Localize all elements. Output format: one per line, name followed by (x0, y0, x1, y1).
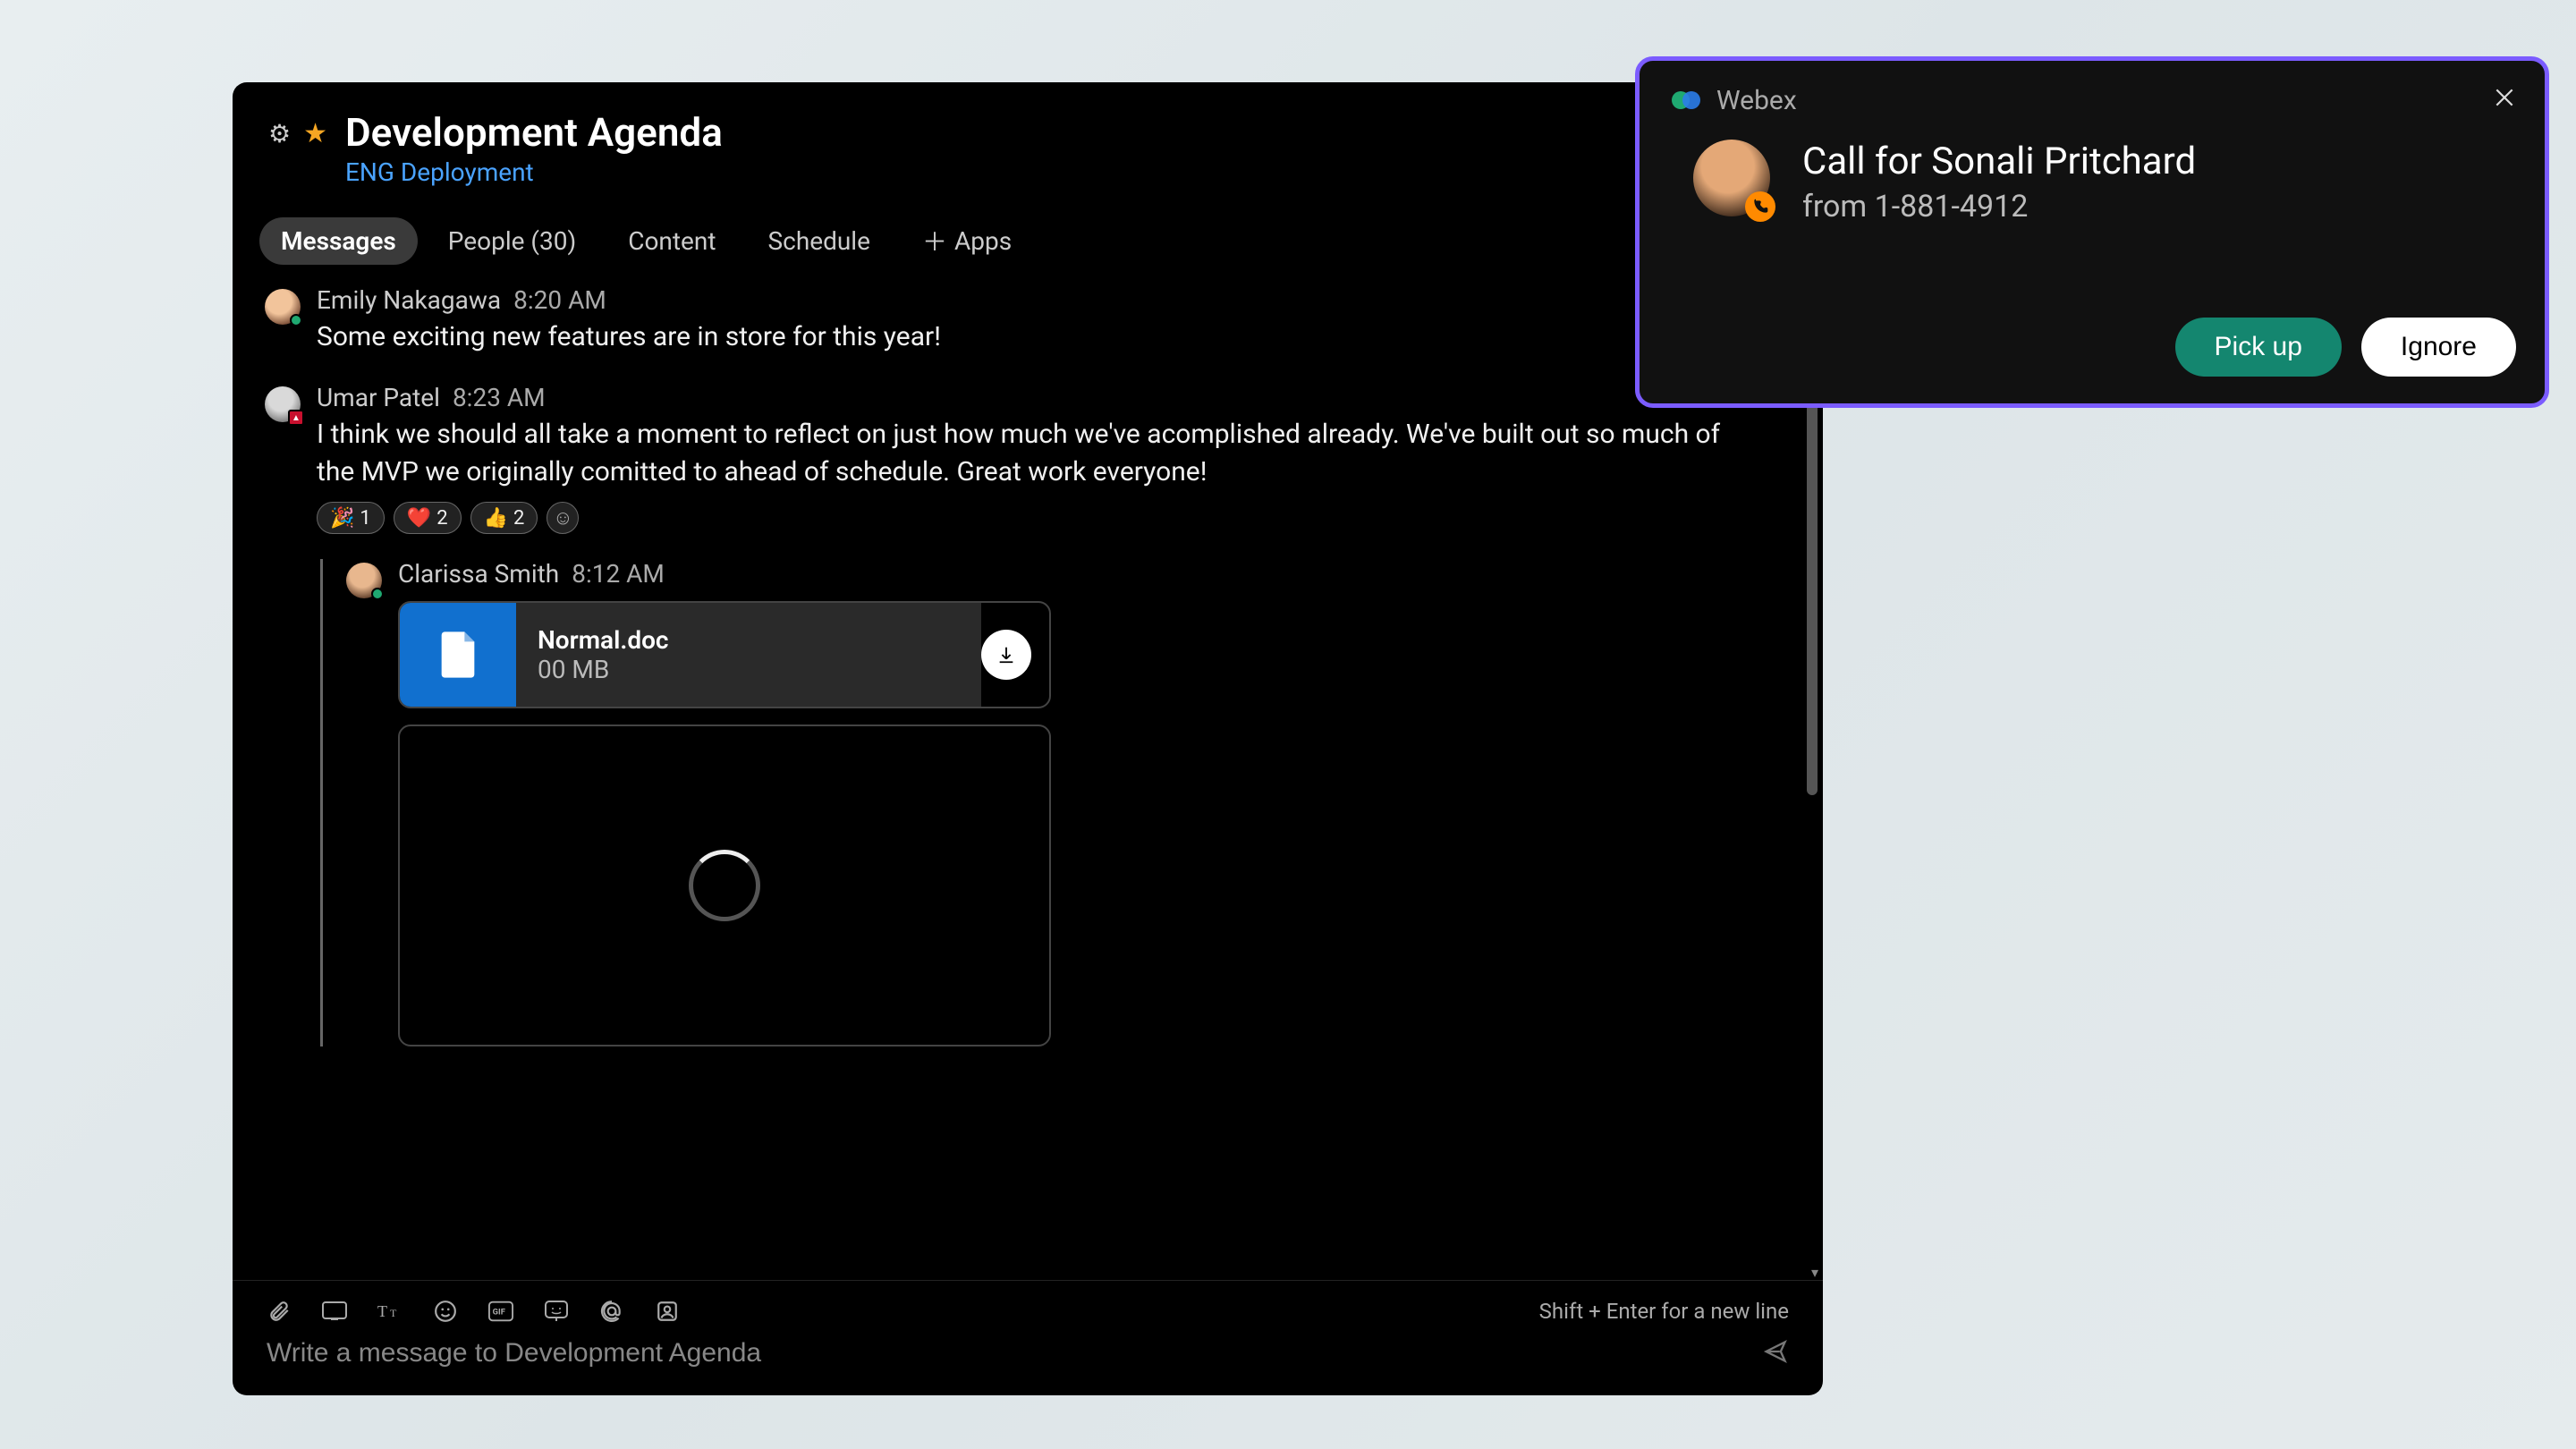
avatar[interactable]: ▲ (265, 386, 301, 422)
composer-toolbar: TT GIF Shift + Enter for a new line (267, 1299, 1789, 1324)
reaction-icon[interactable] (544, 1299, 569, 1324)
reaction-pill[interactable]: 👍 2 (470, 502, 538, 534)
send-icon[interactable] (1762, 1339, 1789, 1368)
svg-text:GIF: GIF (493, 1308, 505, 1318)
tab-apps-label: Apps (954, 226, 1012, 256)
gear-icon[interactable]: ⚙ (268, 119, 291, 148)
call-from: from 1-881-4912 (1802, 189, 2196, 225)
reaction-pill[interactable]: ❤️ 2 (394, 502, 462, 534)
avatar[interactable] (265, 289, 301, 325)
message-row: Emily Nakagawa 8:20 AM Some exciting new… (259, 285, 1751, 356)
thread-reply: Clarissa Smith 8:12 AM Normal.doc 00 MB (320, 559, 1751, 1046)
loading-preview (398, 724, 1051, 1046)
phone-icon (1745, 191, 1775, 222)
close-icon[interactable] (2493, 86, 2516, 115)
format-text-icon[interactable]: TT (377, 1299, 402, 1324)
composer-hint: Shift + Enter for a new line (1539, 1299, 1789, 1324)
toast-actions: Pick up Ignore (1668, 318, 2516, 377)
message-row: ▲ Umar Patel 8:23 AM I think we should a… (259, 383, 1751, 1046)
tab-messages[interactable]: Messages (259, 217, 418, 265)
reaction-count: 1 (360, 507, 370, 530)
attachment-icon[interactable] (267, 1299, 292, 1324)
plus-icon: ＋ (922, 223, 947, 258)
webex-logo-icon (1668, 82, 1704, 118)
chat-window: ⚙ ★ Development Agenda ENG Deployment Me… (233, 82, 1823, 1395)
file-icon (400, 603, 516, 707)
call-title: Call for Sonali Pritchard (1802, 140, 2196, 183)
message-text: Some exciting new features are in store … (317, 318, 1751, 356)
header-titles: Development Agenda ENG Deployment (345, 109, 723, 187)
message-time: 8:20 AM (513, 285, 606, 315)
message-body: Umar Patel 8:23 AM I think we should all… (317, 383, 1751, 1046)
incoming-call-toast: Webex Call for Sonali Pritchard from 1-8… (1635, 56, 2549, 408)
svg-text:T: T (377, 1302, 387, 1320)
tab-apps[interactable]: ＋ Apps (901, 214, 1033, 267)
tab-content[interactable]: Content (606, 217, 737, 265)
message-text: I think we should all take a moment to r… (317, 416, 1751, 491)
thumbs-up-icon: 👍 (484, 507, 508, 530)
file-info: Normal.doc 00 MB (516, 603, 981, 707)
emoji-icon[interactable] (433, 1299, 458, 1324)
toast-header: Webex (1668, 82, 2516, 118)
pickup-button[interactable]: Pick up (2175, 318, 2342, 377)
add-reaction-button[interactable]: ☺ (547, 502, 579, 534)
message-author: Umar Patel (317, 383, 440, 412)
svg-text:T: T (390, 1307, 397, 1319)
mention-icon[interactable] (599, 1299, 624, 1324)
room-subtitle[interactable]: ENG Deployment (345, 157, 723, 187)
screen-capture-icon[interactable] (322, 1299, 347, 1324)
reactions: 🎉 1 ❤️ 2 👍 2 ☺ (317, 502, 1751, 534)
download-button[interactable] (981, 630, 1031, 680)
scroll-down-icon[interactable]: ▾ (1807, 1264, 1823, 1280)
chat-header: ⚙ ★ Development Agenda ENG Deployment (233, 82, 1823, 196)
tab-schedule[interactable]: Schedule (747, 217, 892, 265)
reaction-count: 2 (436, 507, 447, 530)
header-icons: ⚙ ★ (268, 109, 327, 149)
contact-card-icon[interactable] (655, 1299, 680, 1324)
toast-body: Call for Sonali Pritchard from 1-881-491… (1668, 140, 2516, 225)
message-body: Emily Nakagawa 8:20 AM Some exciting new… (317, 285, 1751, 356)
scrollbar[interactable]: ▾ (1807, 276, 1819, 1280)
messages-area[interactable]: Emily Nakagawa 8:20 AM Some exciting new… (233, 276, 1823, 1280)
caller-avatar (1693, 140, 1770, 216)
message-author: Emily Nakagawa (317, 285, 501, 315)
presence-active-icon (290, 314, 302, 326)
reaction-count: 2 (513, 507, 524, 530)
heart-icon: ❤️ (407, 507, 431, 530)
avatar[interactable] (346, 563, 382, 598)
presence-active-icon (371, 588, 384, 600)
file-size: 00 MB (538, 655, 960, 684)
message-author: Clarissa Smith (398, 559, 559, 589)
tabs: Messages People (30) Content Schedule ＋ … (233, 196, 1823, 276)
composer: TT GIF Shift + Enter for a new line (233, 1280, 1823, 1395)
gif-icon[interactable]: GIF (488, 1299, 513, 1324)
room-title: Development Agenda (345, 109, 723, 156)
ignore-button[interactable]: Ignore (2361, 318, 2516, 377)
toast-app-name: Webex (1716, 85, 1797, 116)
star-icon[interactable]: ★ (303, 118, 327, 149)
message-time: 8:23 AM (453, 383, 546, 412)
file-attachment[interactable]: Normal.doc 00 MB (398, 601, 1051, 708)
presence-dnd-icon: ▲ (288, 410, 304, 426)
reaction-pill[interactable]: 🎉 1 (317, 502, 385, 534)
party-popper-icon: 🎉 (330, 507, 354, 530)
tab-people[interactable]: People (30) (427, 217, 597, 265)
file-name: Normal.doc (538, 625, 960, 655)
composer-input[interactable] (267, 1338, 1762, 1368)
spinner-icon (689, 850, 760, 921)
message-time: 8:12 AM (572, 559, 665, 589)
